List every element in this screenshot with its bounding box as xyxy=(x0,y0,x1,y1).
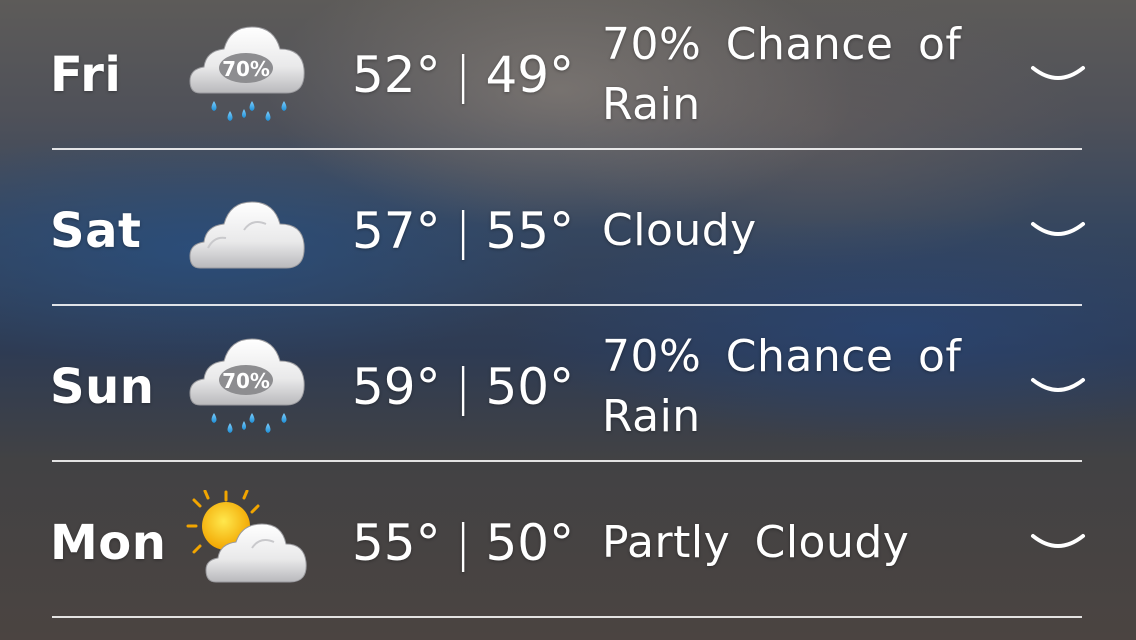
low-temp: 49° xyxy=(485,46,575,104)
row-divider xyxy=(52,148,1082,150)
temperature-range: 52° | 49° xyxy=(352,0,574,150)
day-label: Sun xyxy=(50,359,155,415)
temp-separator: | xyxy=(454,358,472,416)
high-temp: 59° xyxy=(352,358,441,416)
condition-text: 70% Chance of Rain xyxy=(602,331,962,442)
day-label: Mon xyxy=(50,515,167,571)
icon-percentage-label: 70% xyxy=(222,57,270,81)
day-label: Fri xyxy=(50,47,122,103)
temp-separator: | xyxy=(454,202,472,260)
row-divider xyxy=(52,616,1082,618)
chevron-down-icon[interactable] xyxy=(1030,218,1086,242)
condition-text: Cloudy xyxy=(602,205,757,256)
rain-cloud-icon: 70% xyxy=(186,329,310,445)
high-temp: 52° xyxy=(352,46,441,104)
condition-text: 70% Chance of Rain xyxy=(602,19,962,130)
chevron-down-icon[interactable] xyxy=(1030,62,1086,86)
cloud-icon xyxy=(186,178,310,294)
forecast-row-sat[interactable]: Sat 57° | 55° Cloudy xyxy=(0,156,1136,306)
condition-text: Partly Cloudy xyxy=(602,517,910,568)
temperature-range: 59° | 50° xyxy=(352,312,574,462)
icon-percentage-label: 70% xyxy=(222,369,270,393)
chevron-down-icon[interactable] xyxy=(1030,530,1086,554)
low-temp: 50° xyxy=(485,358,575,416)
temperature-range: 55° | 50° xyxy=(352,468,574,618)
temperature-range: 57° | 55° xyxy=(352,156,574,306)
forecast-row-fri[interactable]: Fri 70% 52° | 49° 70% Chance of Rain xyxy=(0,0,1136,150)
row-divider xyxy=(52,304,1082,306)
forecast-row-mon[interactable]: Mon 55° | 50° Partly Cloudy xyxy=(0,468,1136,618)
partly-cloudy-icon xyxy=(186,489,310,606)
day-label: Sat xyxy=(50,203,142,259)
high-temp: 57° xyxy=(352,202,441,260)
high-temp: 55° xyxy=(352,514,441,572)
low-temp: 50° xyxy=(485,514,575,572)
forecast-list: Fri 70% 52° | 49° 70% Chance of Rain Sat… xyxy=(0,0,1136,640)
row-divider xyxy=(52,460,1082,462)
temp-separator: | xyxy=(454,46,472,104)
chevron-down-icon[interactable] xyxy=(1030,374,1086,398)
rain-cloud-icon: 70% xyxy=(186,17,310,133)
temp-separator: | xyxy=(454,514,472,572)
forecast-row-sun[interactable]: Sun 70% 59° | 50° 70% Chance of Rain xyxy=(0,312,1136,462)
low-temp: 55° xyxy=(485,202,575,260)
